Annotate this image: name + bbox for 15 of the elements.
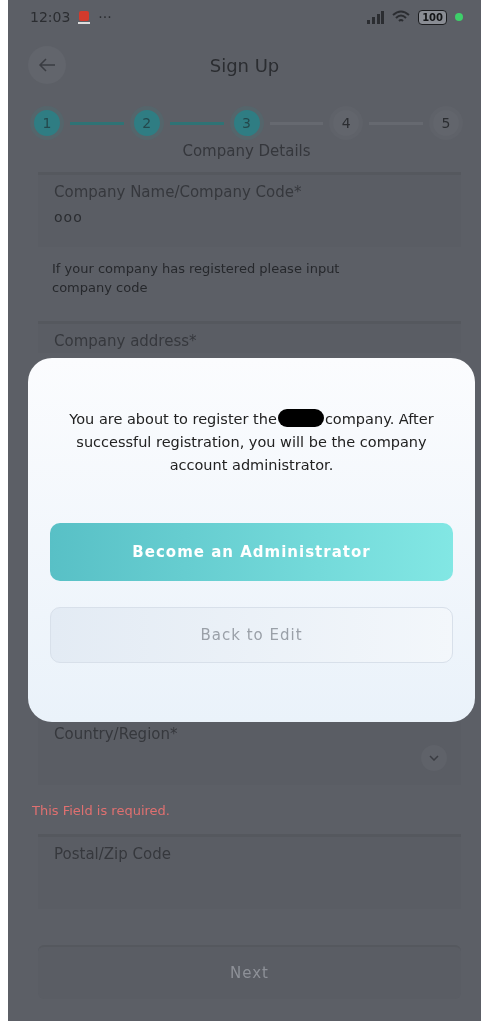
back-to-edit-button[interactable]: Back to Edit: [50, 607, 453, 663]
wifi-icon: [392, 10, 411, 24]
chevron-down-icon: [421, 745, 447, 771]
help-text: If your company has registered please input company code: [52, 260, 341, 297]
signal-icon: [366, 10, 385, 24]
error-message: This Field is required.: [32, 803, 171, 818]
back-icon: [38, 58, 56, 72]
notification-icon: [78, 10, 91, 24]
dialog-message: You are about to register the company. After successful registration, you will be the company account administrator.: [68, 408, 435, 475]
redaction-mark: [277, 409, 324, 427]
more-notifications: ···: [98, 9, 112, 25]
battery-icon: 100: [418, 9, 447, 25]
status-dot: [455, 13, 463, 21]
become-administrator-button[interactable]: Become an Administrator: [50, 523, 453, 581]
back-button[interactable]: [28, 46, 66, 84]
